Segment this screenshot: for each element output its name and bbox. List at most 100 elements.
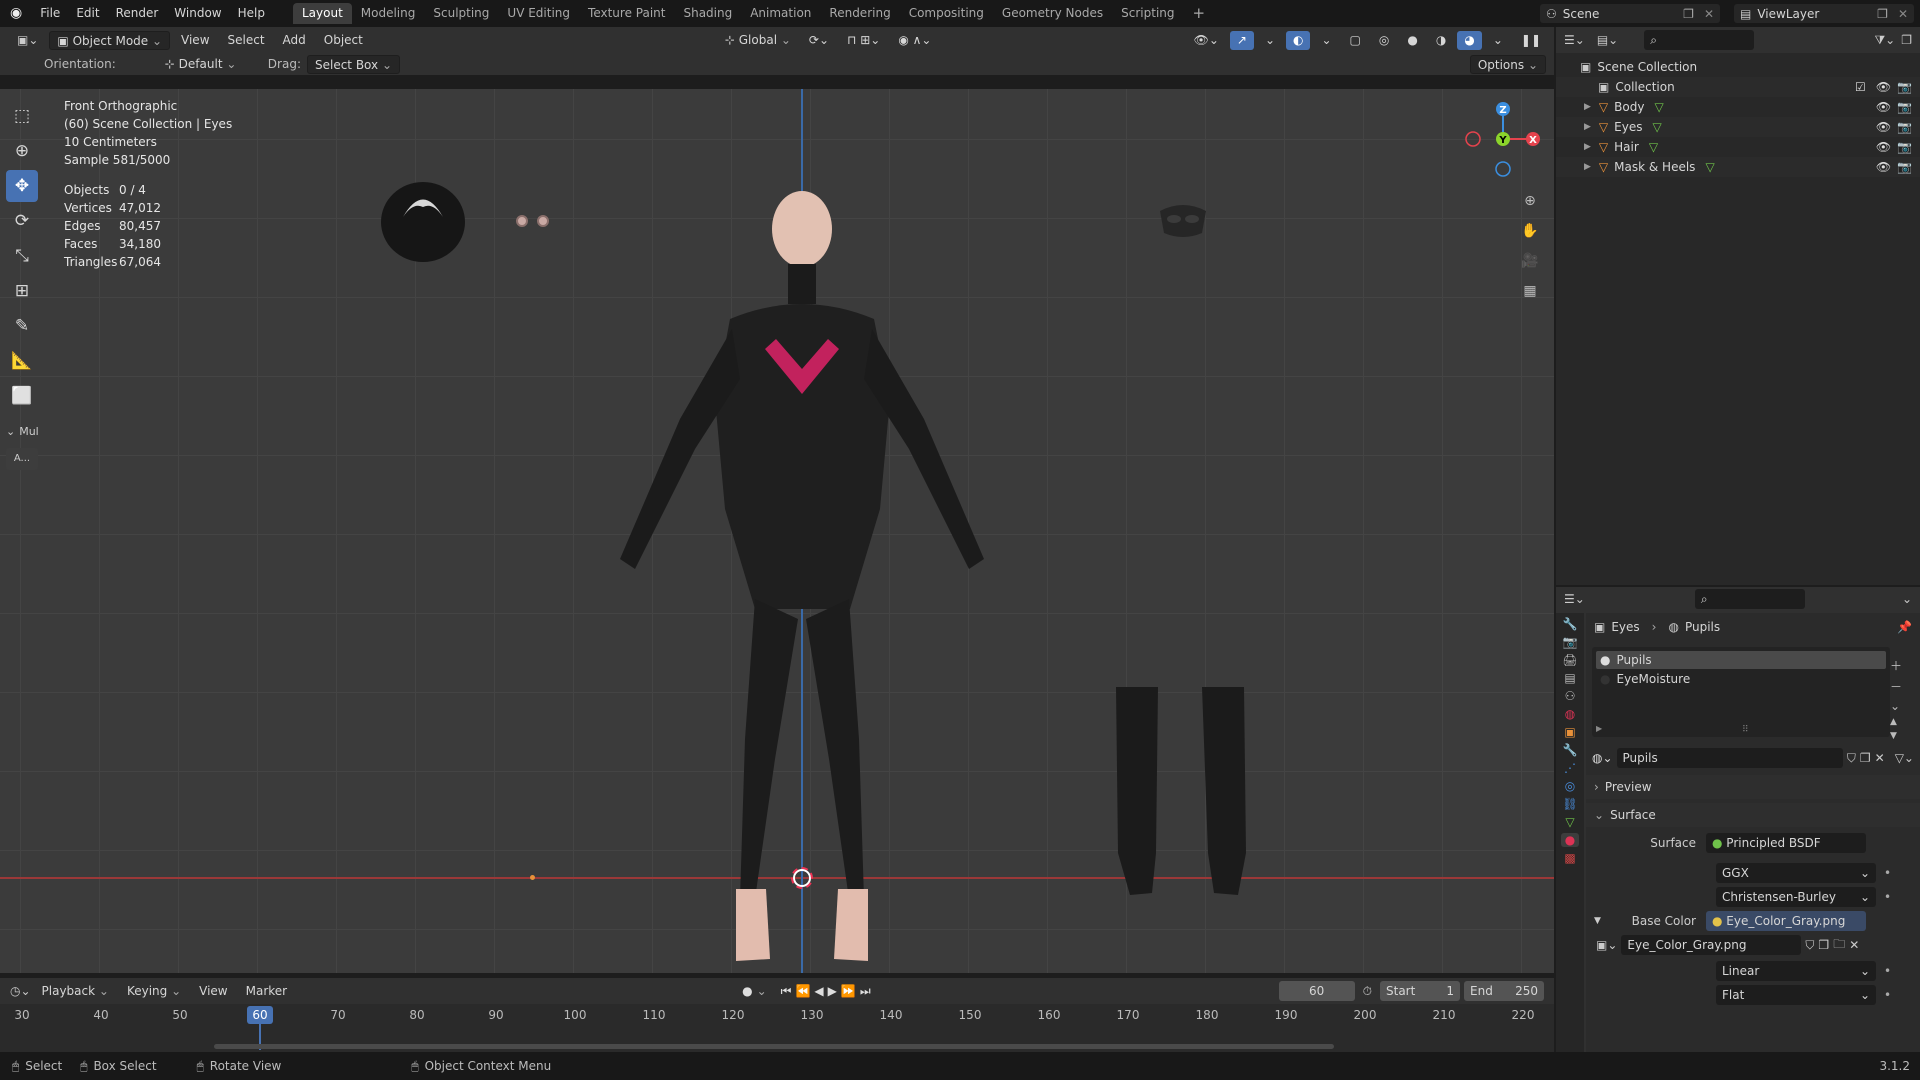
menu-marker[interactable]: Marker	[239, 982, 294, 1001]
shading-rendered-icon[interactable]: ◕	[1457, 30, 1482, 50]
navigation-gizmo[interactable]: Z X Y	[1458, 99, 1548, 179]
pivot-icon[interactable]: ⟳⌄	[802, 31, 836, 50]
overlay-toggle-icon[interactable]: ◐	[1286, 30, 1311, 50]
menu-edit[interactable]: Edit	[68, 0, 107, 27]
transform-orientation-dropdown[interactable]: ⊹ Global	[718, 31, 798, 50]
add-cube-tool-icon[interactable]: ⬜	[6, 380, 38, 412]
menu-render[interactable]: Render	[108, 0, 167, 27]
unlink-icon[interactable]: ✕	[1849, 938, 1859, 952]
auto-key-options-icon[interactable]: ⌄	[757, 984, 767, 998]
add-workspace-button[interactable]: +	[1184, 3, 1215, 24]
material-name-field[interactable]: Pupils	[1616, 748, 1843, 768]
base-color-field[interactable]: ● Eye_Color_Gray.png	[1706, 911, 1866, 931]
menu-view[interactable]: View	[174, 31, 216, 50]
image-browse-icon[interactable]: ▣⌄	[1596, 938, 1617, 952]
record-icon[interactable]: ●	[742, 984, 752, 998]
eye-icon[interactable]: 👁	[1876, 160, 1891, 174]
image-name-field[interactable]: Eye_Color_Gray.png	[1621, 935, 1802, 955]
gizmo-options-icon[interactable]: ⌄	[1258, 31, 1282, 50]
jump-keyframe-forward-icon[interactable]: ⏩	[841, 984, 856, 998]
outliner-scene-collection[interactable]: ▣ Scene Collection	[1556, 57, 1920, 77]
outliner-item-mask-heels[interactable]: ▶ ▽ Mask & Heels ▽ 👁 📷	[1556, 157, 1920, 177]
shading-material-icon[interactable]: ◑	[1429, 31, 1453, 50]
camera-icon[interactable]: 📷	[1897, 100, 1912, 114]
link-mode-icon[interactable]: ▽⌄	[1895, 751, 1914, 765]
tab-texture-paint[interactable]: Texture Paint	[579, 3, 674, 24]
start-frame-field[interactable]: Start 1	[1380, 981, 1460, 1001]
unlink-icon[interactable]: ✕	[1875, 751, 1885, 765]
tab-modeling[interactable]: Modeling	[352, 3, 425, 24]
distribution-dropdown[interactable]: GGX ⌄	[1716, 863, 1876, 883]
outliner-item-hair[interactable]: ▶ ▽ Hair ▽ 👁 📷	[1556, 137, 1920, 157]
expand-arrow-icon[interactable]: ▶	[1584, 142, 1591, 152]
visibility-icon[interactable]: 👁⌄	[1187, 31, 1226, 50]
tab-shading[interactable]: Shading	[674, 3, 741, 24]
data-tab-icon[interactable]: ▽	[1565, 815, 1574, 829]
menu-view[interactable]: View	[192, 982, 234, 1001]
heels-model[interactable]	[1108, 683, 1258, 903]
transform-tool-icon[interactable]: ⊞	[6, 275, 38, 307]
constraints-tab-icon[interactable]: ⛓	[1562, 797, 1577, 811]
tool-collapse-row[interactable]: ⌄ Mul	[6, 420, 40, 442]
properties-search-input[interactable]: ⌕	[1694, 589, 1805, 609]
expand-arrow-icon[interactable]: ▶	[1584, 122, 1591, 132]
3d-viewport[interactable]: Front Orthographic (60) Scene Collection…	[0, 89, 1554, 973]
scene-selector[interactable]: ⚇ Scene ❐ ✕	[1540, 4, 1720, 23]
select-box-tool-icon[interactable]: ⬚	[6, 100, 38, 132]
orientation-dropdown[interactable]: ⊹ Default	[158, 55, 254, 74]
mask-model[interactable]	[1158, 203, 1208, 241]
tab-rendering[interactable]: Rendering	[820, 3, 899, 24]
modifier-tab-icon[interactable]: 🔧	[1563, 743, 1578, 757]
editor-type-icon[interactable]: ☰⌄	[1564, 33, 1585, 47]
mode-dropdown[interactable]: ▣ Object Mode	[49, 30, 171, 50]
gizmo-toggle-icon[interactable]: ↗	[1229, 30, 1254, 50]
shading-options-icon[interactable]: ⌄	[1486, 31, 1510, 50]
viewlayer-selector[interactable]: ▤ ViewLayer ❐ ✕	[1734, 4, 1914, 23]
shading-wireframe-icon[interactable]: ◎	[1372, 31, 1396, 50]
menu-file[interactable]: File	[32, 0, 68, 27]
projection-dropdown[interactable]: Flat ⌄	[1716, 985, 1876, 1005]
menu-window[interactable]: Window	[166, 0, 229, 27]
object-tab-icon[interactable]: ▣	[1564, 725, 1575, 739]
tab-animation[interactable]: Animation	[741, 3, 820, 24]
fake-user-icon[interactable]: ⛉	[1847, 751, 1856, 766]
annotate-tool-icon[interactable]: ✎	[6, 310, 38, 342]
move-tool-icon[interactable]: ✥	[6, 170, 38, 202]
eye-icon[interactable]: 👁	[1876, 80, 1891, 94]
drag-dropdown[interactable]: Select Box	[306, 54, 400, 74]
scale-tool-icon[interactable]: ⤡	[6, 240, 38, 272]
eye-icon[interactable]: 👁	[1876, 120, 1891, 134]
playhead[interactable]: 60	[247, 1006, 273, 1024]
tab-scripting[interactable]: Scripting	[1112, 3, 1183, 24]
new-scene-icon[interactable]: ❐	[1679, 7, 1698, 21]
camera-icon[interactable]: 📷	[1897, 160, 1912, 174]
end-frame-field[interactable]: End 250	[1464, 981, 1544, 1001]
close-icon[interactable]: ✕	[1892, 7, 1914, 21]
outliner-item-eyes[interactable]: ▶ ▽ Eyes ▽ 👁 📷	[1556, 117, 1920, 137]
overlay-options-icon[interactable]: ⌄	[1314, 31, 1338, 50]
filter-icon[interactable]: ⧩⌄	[1874, 33, 1895, 48]
menu-help[interactable]: Help	[230, 0, 273, 27]
open-image-icon[interactable]: 🗀	[1833, 935, 1845, 956]
tab-uv-editing[interactable]: UV Editing	[498, 3, 579, 24]
material-browse-icon[interactable]: ◍⌄	[1592, 751, 1613, 765]
expand-arrow-icon[interactable]: ▶	[1584, 162, 1591, 172]
xray-icon[interactable]: ▢	[1343, 31, 1368, 50]
expand-arrow-icon[interactable]: ▶	[1584, 102, 1591, 112]
world-tab-icon[interactable]: ◍	[1565, 707, 1575, 721]
tab-sculpting[interactable]: Sculpting	[424, 3, 498, 24]
menu-keying[interactable]: Keying	[120, 982, 188, 1001]
3d-cursor[interactable]	[791, 867, 813, 889]
menu-add[interactable]: Add	[276, 31, 313, 50]
subsurface-dropdown[interactable]: Christensen-Burley ⌄	[1716, 887, 1876, 907]
surface-section-header[interactable]: ⌄ Surface	[1586, 803, 1920, 827]
eye-left[interactable]	[516, 215, 528, 227]
zoom-icon[interactable]: ⊕	[1516, 187, 1544, 215]
proportional-edit-icon[interactable]: ◉ ∧⌄	[891, 31, 938, 50]
display-mode-icon[interactable]: ▤⌄	[1597, 33, 1618, 47]
close-icon[interactable]: ✕	[1698, 7, 1720, 21]
editor-type-icon[interactable]: ☰⌄	[1564, 592, 1585, 606]
view-layer-tab-icon[interactable]: ▤	[1564, 671, 1575, 685]
jump-end-icon[interactable]: ⏭	[860, 984, 871, 999]
play-reverse-icon[interactable]: ◀	[814, 984, 823, 998]
